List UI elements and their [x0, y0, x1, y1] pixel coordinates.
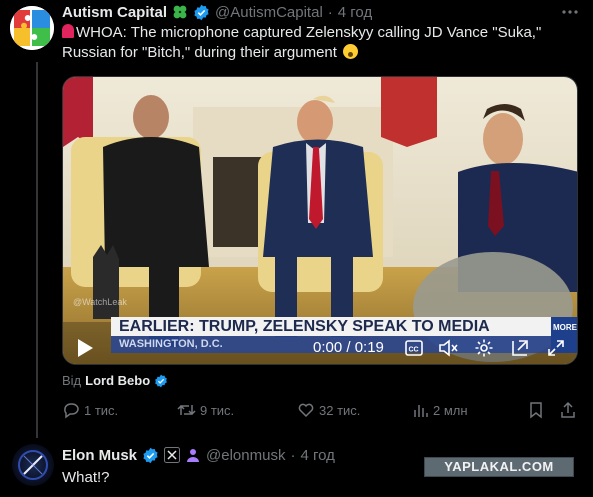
reply-count: 1 тис. — [84, 402, 119, 418]
author-name[interactable]: Autism Capital — [62, 4, 167, 21]
from-name[interactable]: Lord Bebo — [85, 373, 150, 388]
reply-text: What!? — [62, 469, 110, 486]
reply-author-avatar[interactable] — [12, 444, 54, 486]
shocked-face-icon — [343, 44, 359, 59]
thread-line — [36, 62, 38, 438]
post-actions: 1 тис. 9 тис. 32 тис. 2 млн — [62, 401, 582, 423]
author-handle[interactable]: @AutismCapital — [215, 4, 323, 21]
video-player[interactable]: @WatchLeak EARLIER: TRUMP, ZELENSKY SPEA… — [62, 76, 578, 365]
post-text: WHOA: The microphone captured Zelenskyy … — [62, 24, 542, 61]
author-avatar[interactable] — [10, 6, 54, 50]
separator-dot: · — [290, 446, 296, 464]
repost-count: 9 тис. — [200, 402, 235, 418]
reply-header: Elon Musk @elonmusk · 4 год — [62, 446, 335, 464]
reply-icon — [64, 403, 79, 419]
video-watermark: @WatchLeak — [73, 297, 127, 307]
play-icon[interactable] — [73, 336, 97, 360]
site-watermark: YAPLAKAL.COM — [424, 457, 574, 477]
reply-button[interactable]: 1 тис. — [62, 401, 118, 419]
pip-icon[interactable] — [509, 337, 531, 359]
verified-badge-icon — [155, 374, 167, 387]
share-button[interactable] — [560, 401, 576, 419]
post-header: Autism Capital @AutismCapital · 4 год — [62, 3, 372, 21]
post-time[interactable]: 4 год — [338, 4, 372, 21]
clover-icon — [173, 5, 187, 19]
bookmark-icon — [530, 402, 542, 419]
like-button[interactable]: 32 тис. — [297, 401, 360, 419]
from-prefix: Від — [62, 373, 82, 388]
fullscreen-icon[interactable] — [545, 337, 567, 359]
affiliate-icon — [187, 449, 200, 462]
reply-author-handle[interactable]: @elonmusk — [206, 447, 285, 464]
verified-badge-icon — [194, 4, 209, 20]
siren-icon — [62, 24, 74, 38]
x-logo-icon[interactable] — [164, 447, 181, 463]
separator-dot: · — [327, 3, 333, 21]
settings-icon[interactable] — [473, 337, 495, 359]
puzzle-logo-icon — [10, 6, 54, 50]
bookmark-button[interactable] — [528, 401, 544, 419]
news-chyron: EARLIER: TRUMP, ZELENSKY SPEAK TO MEDIA — [111, 317, 551, 336]
views-count: 2 млн — [433, 402, 468, 418]
video-time: 0:00 / 0:19 — [313, 339, 384, 356]
mute-icon[interactable] — [437, 337, 459, 359]
share-icon — [561, 401, 575, 418]
repost-button[interactable]: 9 тис. — [177, 401, 234, 419]
post-text-container: WHOA: The microphone captured Zelenskyy … — [62, 23, 572, 63]
repost-icon — [177, 404, 196, 416]
captions-icon[interactable]: CC — [403, 337, 425, 359]
verified-badge-icon — [143, 447, 158, 463]
reply-time[interactable]: 4 год — [300, 447, 334, 464]
like-icon — [298, 403, 314, 418]
like-count: 32 тис. — [319, 402, 361, 418]
media-attribution: Від Lord Bebo — [62, 373, 168, 388]
reply-author-name[interactable]: Elon Musk — [62, 447, 137, 464]
svg-text:CC: CC — [409, 347, 419, 354]
views-icon — [414, 405, 428, 417]
views-button[interactable]: 2 млн — [413, 401, 468, 419]
